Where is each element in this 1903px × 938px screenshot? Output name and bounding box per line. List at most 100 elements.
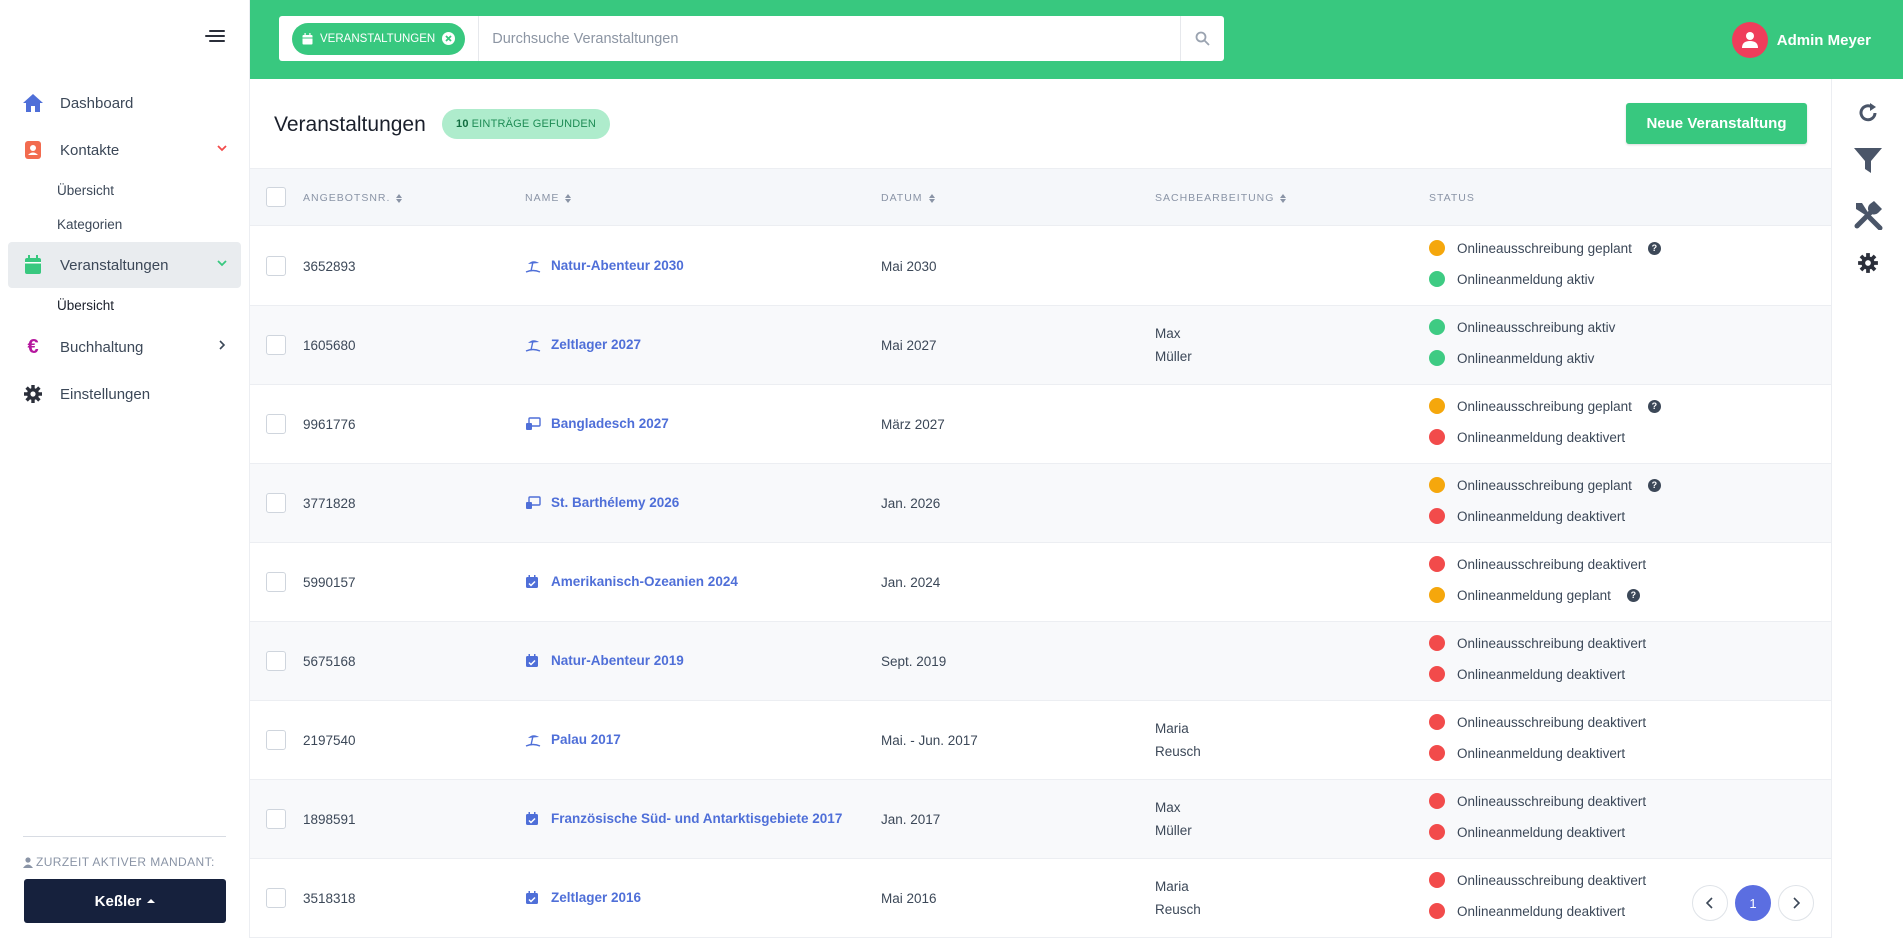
event-name-link[interactable]: Palau 2017	[525, 732, 621, 747]
refresh-icon[interactable]	[1852, 97, 1884, 129]
row-checkbox[interactable]	[266, 809, 286, 829]
column-header-angebotsnr[interactable]: ANGEBOTSNR.	[303, 192, 403, 204]
main-content: Veranstaltungen 10 EINTRÄGE GEFUNDEN Neu…	[250, 79, 1831, 938]
event-name-link[interactable]: Natur-Abenteur 2030	[525, 258, 684, 273]
column-header-sachbearbeitung[interactable]: SACHBEARBEITUNG	[1155, 192, 1287, 204]
offer-number: 3652893	[303, 259, 356, 274]
table-row[interactable]: 1898591 Französische Süd- und Antarktisg…	[250, 780, 1831, 859]
sidebar-subitem-kategorien[interactable]: Kategorien	[57, 217, 122, 232]
status-anmeldung: Onlineanmeldung aktiv	[1429, 350, 1594, 366]
status-ausschreibung: Onlineausschreibung deaktivert	[1429, 635, 1646, 651]
row-checkbox[interactable]	[266, 335, 286, 355]
table-row[interactable]: 9961776 Bangladesch 2027 März 2027 Onlin…	[250, 385, 1831, 464]
status-dot	[1429, 793, 1445, 809]
event-name-link[interactable]: Zeltlager 2016	[525, 890, 641, 905]
event-name: Zeltlager 2016	[551, 890, 642, 905]
sidebar-subitem-veranstaltungen-uebersicht[interactable]: Übersicht	[57, 298, 114, 313]
calendar-icon	[525, 890, 541, 905]
calendar-icon	[22, 254, 44, 276]
staff-last-name: Reusch	[1155, 744, 1201, 759]
status-ausschreibung: Onlineausschreibung deaktivert	[1429, 714, 1646, 730]
row-checkbox[interactable]	[266, 493, 286, 513]
staff-cell: Maria Reusch	[1155, 717, 1201, 763]
select-all-checkbox[interactable]	[266, 187, 286, 207]
event-name-link[interactable]: Bangladesch 2027	[525, 416, 669, 431]
sidebar-subitem-kontakte-uebersicht[interactable]: Übersicht	[57, 183, 114, 198]
row-checkbox[interactable]	[266, 414, 286, 434]
row-checkbox[interactable]	[266, 730, 286, 750]
sidebar-item-dashboard[interactable]: Dashboard	[8, 80, 241, 126]
search-button[interactable]	[1180, 16, 1224, 61]
event-name-link[interactable]: Amerikanisch-Ozeanien 2024	[525, 574, 738, 589]
sort-icon	[396, 193, 403, 203]
status-dot	[1429, 587, 1445, 603]
row-checkbox[interactable]	[266, 572, 286, 592]
table-row[interactable]: 5675168 Natur-Abenteur 2019 Sept. 2019 O…	[250, 622, 1831, 701]
help-icon[interactable]: ?	[1647, 399, 1661, 413]
user-menu[interactable]: Admin Meyer	[1731, 22, 1871, 58]
table-row[interactable]: 3652893 Natur-Abenteur 2030 Mai 2030 Onl…	[250, 227, 1831, 306]
column-header-label: SACHBEARBEITUNG	[1155, 192, 1275, 204]
sidebar-item-veranstaltungen[interactable]: Veranstaltungen	[8, 242, 241, 288]
mandant-label: ZURZEIT AKTIVER MANDANT:	[23, 855, 215, 869]
column-header-name[interactable]: NAME	[525, 192, 572, 204]
gear-icon	[22, 383, 44, 405]
event-date: Mai 2027	[881, 338, 937, 353]
status-dot	[1429, 350, 1445, 366]
column-header-label: ANGEBOTSNR.	[303, 192, 391, 204]
status-dot	[1429, 824, 1445, 840]
table-row[interactable]: 5990157 Amerikanisch-Ozeanien 2024 Jan. …	[250, 543, 1831, 622]
filter-chip[interactable]: VERANSTALTUNGEN	[292, 22, 466, 55]
column-header-datum[interactable]: DATUM	[881, 192, 935, 204]
status-text: Onlineausschreibung geplant	[1457, 477, 1632, 493]
status-text: Onlineausschreibung deaktivert	[1457, 872, 1647, 888]
mandant-switch-button[interactable]: Keßler	[24, 879, 226, 923]
user-icon	[23, 856, 33, 868]
page-button-current[interactable]: 1	[1735, 885, 1771, 921]
status-text: Onlineausschreibung deaktivert	[1457, 714, 1647, 730]
tools-icon[interactable]	[1852, 199, 1884, 231]
row-checkbox[interactable]	[266, 651, 286, 671]
status-text: Onlineausschreibung geplant	[1457, 398, 1632, 414]
table-row[interactable]: 2197540 Palau 2017 Mai. - Jun. 2017 Mari…	[250, 701, 1831, 780]
offer-number: 9961776	[303, 417, 356, 432]
staff-last-name: Müller	[1155, 823, 1192, 838]
sidebar-item-label: Veranstaltungen	[60, 256, 169, 274]
help-icon[interactable]: ?	[1647, 241, 1661, 255]
filter-icon[interactable]	[1852, 145, 1884, 177]
status-text: Onlineanmeldung deaktivert	[1457, 666, 1626, 682]
staff-first-name: Max	[1155, 800, 1181, 815]
menu-toggle-icon[interactable]	[205, 30, 225, 48]
chevron-right-icon	[1793, 897, 1800, 909]
sidebar-item-buchhaltung[interactable]: € Buchhaltung	[8, 324, 241, 370]
close-circle-icon[interactable]	[442, 32, 456, 45]
table-row[interactable]: 3771828 St. Barthélemy 2026 Jan. 2026 On…	[250, 464, 1831, 543]
search-input[interactable]	[479, 18, 1180, 59]
sidebar-item-einstellungen[interactable]: Einstellungen	[8, 371, 241, 417]
prev-page-button[interactable]	[1692, 885, 1728, 921]
help-icon[interactable]: ?	[1626, 588, 1640, 602]
euro-icon: €	[27, 335, 39, 358]
help-icon[interactable]: ?	[1647, 478, 1661, 492]
status-text: Onlineanmeldung deaktivert	[1457, 508, 1626, 524]
settings-gear-icon[interactable]	[1852, 247, 1884, 279]
mandant-name: Keßler	[94, 892, 142, 910]
event-date: Jan. 2024	[881, 575, 941, 590]
event-name-link[interactable]: St. Barthélemy 2026	[525, 495, 679, 510]
table-row[interactable]: 1605680 Zeltlager 2027 Mai 2027 Max Mülle…	[250, 306, 1831, 385]
row-checkbox[interactable]	[266, 888, 286, 908]
next-page-button[interactable]	[1778, 885, 1814, 921]
event-name-link[interactable]: Natur-Abenteur 2019	[525, 653, 684, 668]
sort-icon	[565, 193, 572, 203]
status-text: Onlineanmeldung deaktivert	[1457, 429, 1626, 445]
event-name-link[interactable]: Französische Süd- und Antarktisgebiete 2…	[525, 811, 842, 826]
new-event-button[interactable]: Neue Veranstaltung	[1626, 103, 1807, 144]
count-number: 10	[456, 118, 469, 130]
caret-up-icon	[147, 899, 156, 903]
table-row[interactable]: 3518318 Zeltlager 2016 Mai 2016 Maria Reu…	[250, 859, 1831, 938]
calendar-icon	[302, 32, 313, 44]
event-name-link[interactable]: Zeltlager 2027	[525, 337, 641, 352]
status-anmeldung: Onlineanmeldung deaktivert	[1429, 429, 1625, 445]
sidebar-item-kontakte[interactable]: Kontakte	[8, 127, 241, 173]
row-checkbox[interactable]	[266, 256, 286, 276]
